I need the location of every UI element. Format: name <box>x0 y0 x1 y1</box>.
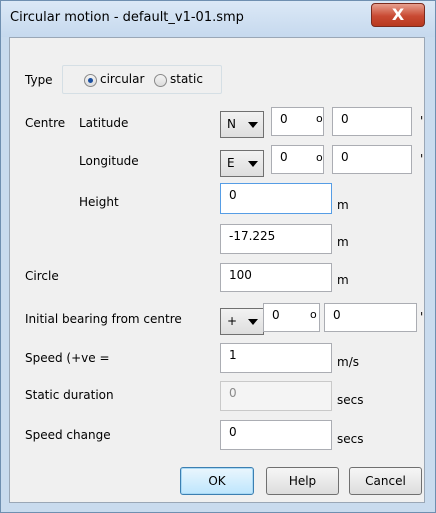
latitude-hemisphere-select[interactable]: N <box>220 111 264 138</box>
dialog-window: Circular motion - default_v1-01.smp X Ty… <box>0 0 436 513</box>
circle-input[interactable]: 100 <box>220 263 332 292</box>
dialog-body: Type circular static Centre Latitude N 0… <box>9 37 425 503</box>
radio-circular-label[interactable]: circular <box>100 72 144 86</box>
bearing-label: Initial bearing from centre <box>25 312 182 326</box>
bearing-sign-select[interactable]: + <box>220 308 264 335</box>
speed-label: Speed (+ve = <box>25 351 110 365</box>
speed-change-input[interactable]: 0 <box>220 420 332 450</box>
degree-symbol: o <box>316 151 323 164</box>
height-input[interactable]: 0 <box>220 183 332 214</box>
type-group: circular static <box>62 65 222 94</box>
minute-symbol: ' <box>420 152 424 166</box>
offset-height-input[interactable]: -17.225 <box>220 224 332 254</box>
latitude-minutes-input[interactable]: 0 <box>332 107 412 136</box>
circle-unit: m <box>337 273 349 287</box>
minute-symbol: ' <box>420 310 424 324</box>
latitude-label: Latitude <box>79 116 129 130</box>
speed-unit: m/s <box>337 355 359 369</box>
height-label: Height <box>79 195 119 209</box>
speed-change-label: Speed change <box>25 428 111 442</box>
close-button[interactable]: X <box>371 3 425 27</box>
bearing-minutes-input[interactable]: 0 <box>324 303 417 332</box>
static-duration-label: Static duration <box>25 388 114 402</box>
height-unit: m <box>337 198 349 212</box>
static-duration-input: 0 <box>220 381 332 411</box>
offset-height-unit: m <box>337 235 349 249</box>
radio-static[interactable] <box>154 74 167 87</box>
degree-symbol: o <box>310 308 317 321</box>
title-bar[interactable]: Circular motion - default_v1-01.smp X <box>1 1 435 37</box>
latitude-hemisphere-value: N <box>227 117 236 131</box>
dropdown-arrow-icon <box>248 122 258 128</box>
bearing-sign-value: + <box>227 314 238 328</box>
centre-label: Centre <box>25 116 66 130</box>
circle-label: Circle <box>25 269 59 283</box>
static-duration-unit: secs <box>337 393 364 407</box>
longitude-hemisphere-select[interactable]: E <box>220 150 264 177</box>
speed-input[interactable]: 1 <box>220 343 332 373</box>
dropdown-arrow-icon <box>248 161 258 167</box>
degree-symbol: o <box>316 112 323 125</box>
radio-circular[interactable] <box>84 74 97 87</box>
help-button[interactable]: Help <box>266 467 339 495</box>
longitude-minutes-input[interactable]: 0 <box>332 145 412 174</box>
cancel-button[interactable]: Cancel <box>349 467 422 495</box>
radio-static-label[interactable]: static <box>170 72 203 86</box>
longitude-hemisphere-value: E <box>227 156 235 170</box>
dropdown-arrow-icon <box>248 319 258 325</box>
speed-change-unit: secs <box>337 432 364 446</box>
longitude-label: Longitude <box>79 154 139 168</box>
minute-symbol: ' <box>420 114 424 128</box>
close-icon: X <box>391 5 405 24</box>
window-title: Circular motion - default_v1-01.smp <box>10 10 244 25</box>
ok-button[interactable]: OK <box>180 467 254 495</box>
type-label: Type <box>25 73 53 87</box>
